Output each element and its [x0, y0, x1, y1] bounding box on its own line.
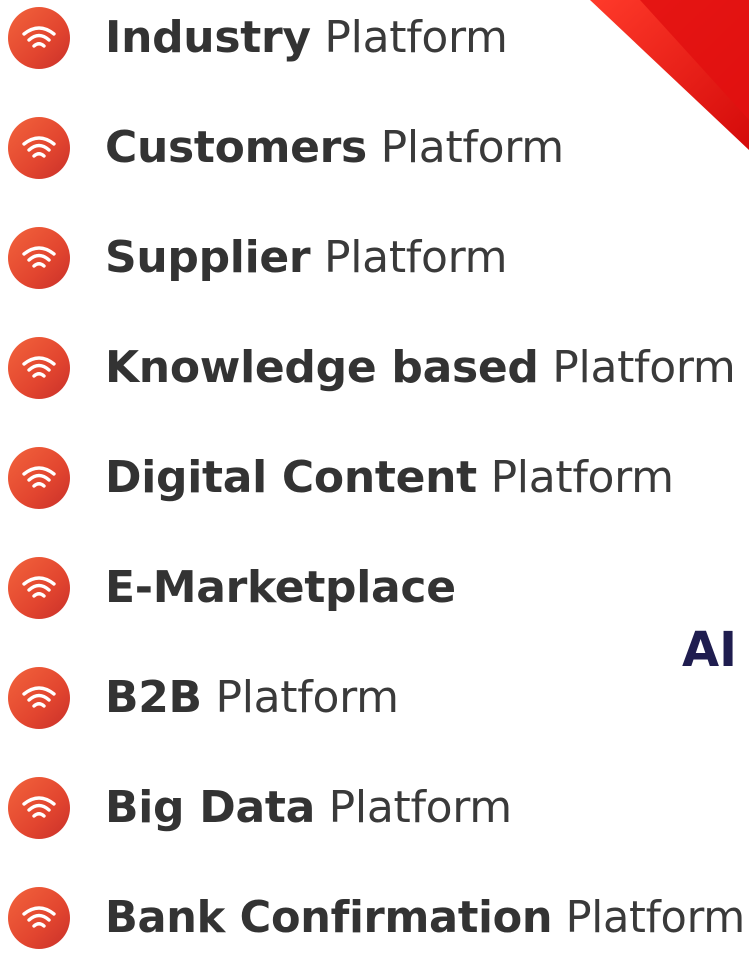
wifi-icon [8, 447, 70, 509]
corner-ribbon [590, 0, 749, 150]
item-light-text: Platform [324, 12, 508, 63]
list-item-label: B2B Platform [105, 676, 399, 720]
list-item-label: E-Marketplace [105, 566, 456, 610]
item-light-text: Platform [324, 232, 508, 283]
item-bold-text: Customers [105, 122, 367, 173]
item-light-text: Platform [328, 782, 512, 833]
list-item-label: Bank Confirmation Platform [105, 896, 745, 940]
item-light-text: Platform [490, 452, 674, 503]
ai-label: AI [682, 622, 738, 678]
wifi-icon [8, 7, 70, 69]
item-bold-text: Industry [105, 12, 311, 63]
item-bold-text: Supplier [105, 232, 311, 283]
list-item-label: Supplier Platform [105, 236, 507, 280]
item-bold-text: Bank Confirmation [105, 892, 553, 943]
wifi-icon [8, 227, 70, 289]
list-item-label: Customers Platform [105, 126, 564, 170]
wifi-icon [8, 557, 70, 619]
list-item-label: Knowledge based Platform [105, 346, 736, 390]
list-item-label: Industry Platform [105, 16, 508, 60]
wifi-icon [8, 337, 70, 399]
item-bold-text: Digital Content [105, 452, 477, 503]
item-bold-text: Big Data [105, 782, 315, 833]
item-bold-text: B2B [105, 672, 202, 723]
item-light-text: Platform [380, 122, 564, 173]
wifi-icon [8, 777, 70, 839]
item-light-text: Platform [565, 892, 746, 943]
item-light-text: Platform [552, 342, 736, 393]
wifi-icon [8, 117, 70, 179]
item-bold-text: Knowledge based [105, 342, 539, 393]
item-bold-text: E-Marketplace [105, 562, 456, 613]
list-item-label: Digital Content Platform [105, 456, 674, 500]
wifi-icon [8, 667, 70, 729]
list-item-label: Big Data Platform [105, 786, 512, 830]
item-light-text: Platform [215, 672, 399, 723]
